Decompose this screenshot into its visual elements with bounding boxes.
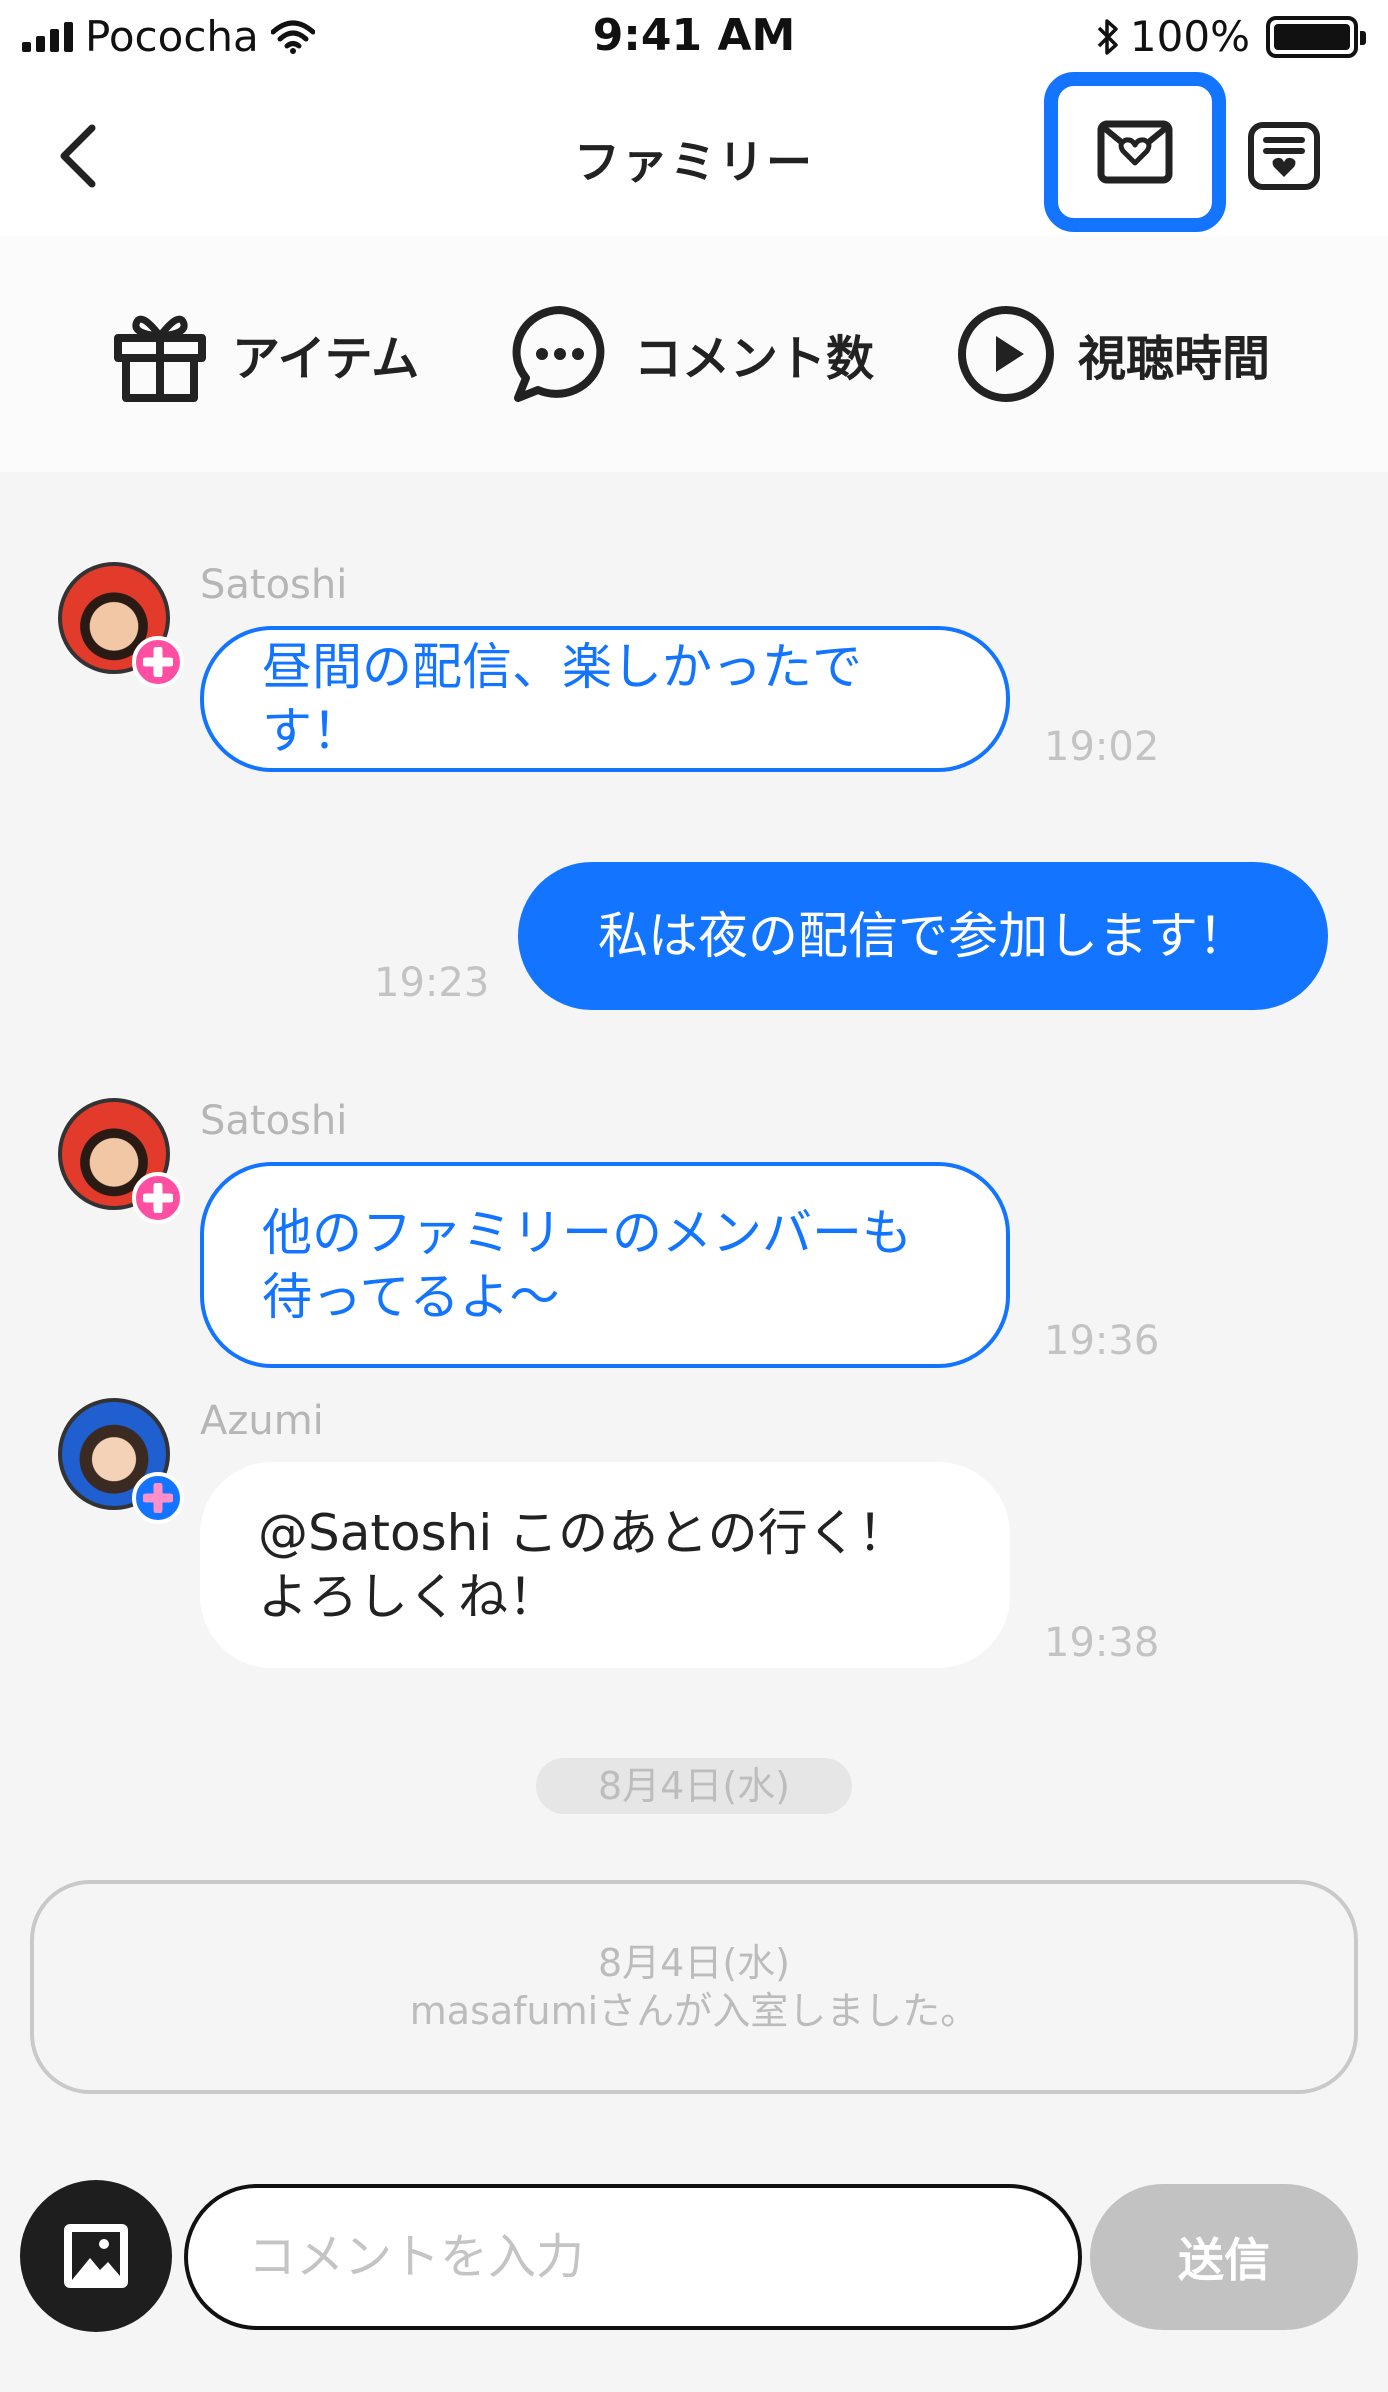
stat-items[interactable]: アイテム [110, 300, 419, 408]
message-time: 19:38 [1044, 1620, 1160, 1666]
message-time: 19:36 [1044, 1318, 1160, 1364]
family-badge-icon [132, 1172, 184, 1224]
avatar-satoshi[interactable] [58, 1098, 184, 1224]
heart-list-icon [1248, 122, 1320, 190]
message-text-line: 待ってるよ〜 [262, 1268, 560, 1326]
system-notice-date: 8月4日(水) [597, 1941, 790, 1985]
message-bubble-incoming[interactable]: 昼間の配信、楽しかったです！ [200, 626, 1010, 772]
chat-bubble-icon [512, 306, 605, 402]
stat-watch-time[interactable]: 視聴時間 [956, 300, 1270, 408]
bluetooth-icon [1097, 18, 1118, 55]
battery-label: 100% [1129, 12, 1250, 61]
sender-name: Satoshi [200, 1098, 348, 1144]
message-time: 19:23 [374, 960, 490, 1006]
image-attach-button[interactable] [20, 2180, 172, 2332]
stat-comments[interactable]: コメント数 [508, 300, 874, 408]
family-list-button[interactable] [1244, 116, 1324, 196]
message-bubble-incoming[interactable]: 他のファミリーのメンバーも 待ってるよ〜 [200, 1162, 1010, 1368]
family-badge-icon [132, 636, 184, 688]
message-time: 19:02 [1044, 724, 1160, 770]
message-text: 昼間の配信、楽しかったです！ [262, 638, 862, 760]
mail-button[interactable] [1044, 72, 1226, 232]
message-bubble-incoming[interactable]: @Satoshi このあとの行く！ よろしくね！ [200, 1462, 1010, 1668]
stat-watch-time-label: 視聴時間 [1078, 331, 1271, 387]
avatar-satoshi[interactable] [58, 562, 184, 688]
battery-icon [1266, 15, 1366, 58]
family-stats: アイテム コメント数 視聴時間 [0, 236, 1388, 472]
mail-heart-icon [1097, 120, 1173, 184]
sender-name: Satoshi [200, 562, 348, 608]
send-button[interactable]: 送信 [1090, 2184, 1358, 2330]
gift-icon [114, 315, 206, 402]
comment-input[interactable] [184, 2184, 1082, 2330]
message-text-line: よろしくね！ [258, 1568, 558, 1626]
play-circle-icon [958, 306, 1054, 402]
stat-items-label: アイテム [232, 331, 420, 387]
message-text-line: @Satoshi このあとの行く！ [258, 1504, 908, 1562]
stat-comments-label: コメント数 [634, 331, 875, 387]
avatar-azumi[interactable] [58, 1398, 184, 1524]
system-notice: 8月4日(水) masafumiさんが入室しました。 [30, 1880, 1358, 2094]
family-badge-icon [132, 1472, 184, 1524]
nav-bar: ファミリー [0, 72, 1388, 236]
message-text-line: 他のファミリーのメンバーも [262, 1204, 912, 1262]
sender-name: Azumi [200, 1398, 324, 1444]
date-divider: 8月4日(水) [536, 1758, 852, 1814]
message-bubble-outgoing[interactable]: 私は夜の配信で参加します！ [518, 862, 1328, 1010]
status-right: 100% [1096, 12, 1366, 61]
image-icon [64, 2224, 128, 2288]
status-bar: Pococha 9:41 AM 100% [0, 0, 1388, 76]
message-text: 私は夜の配信で参加します！ [598, 907, 1248, 965]
system-notice-text: masafumiさんが入室しました。 [409, 1989, 979, 2033]
